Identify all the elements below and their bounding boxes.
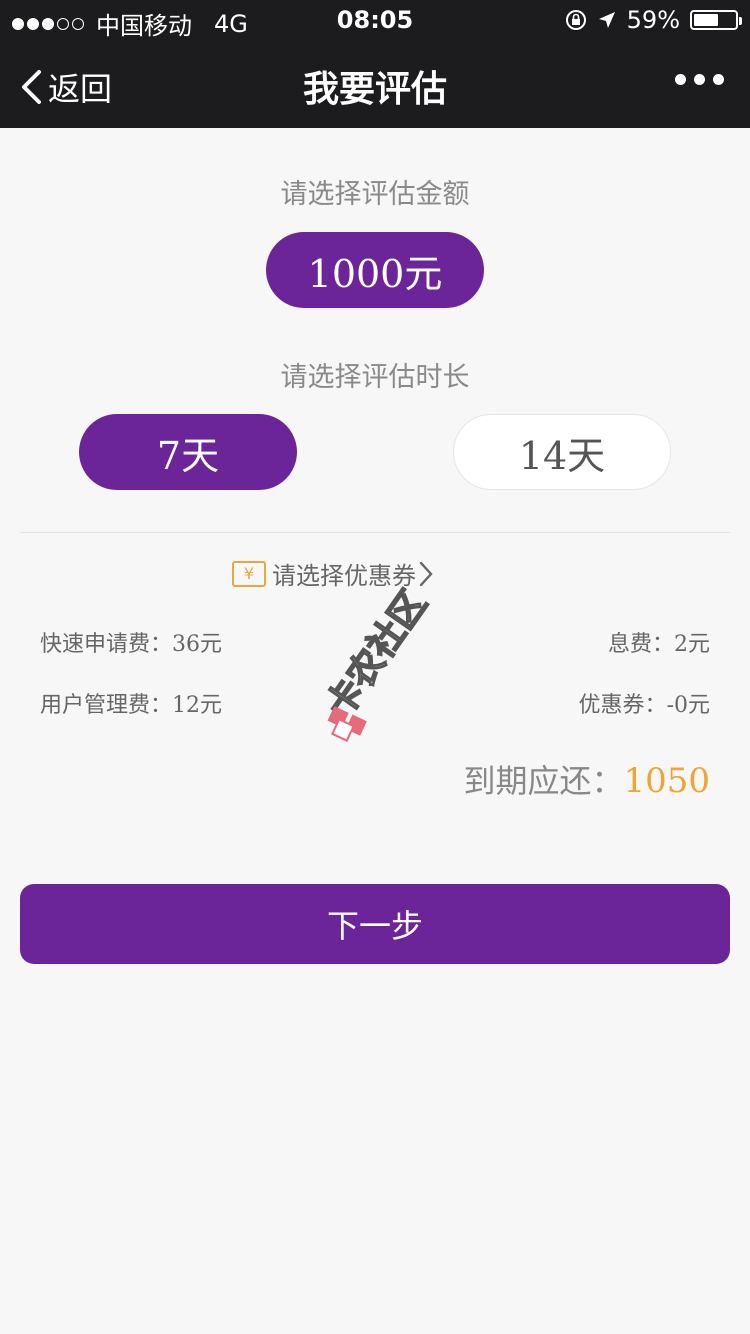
battery-icon <box>690 10 742 30</box>
coupon-discount-label: 优惠券： <box>578 693 667 718</box>
duration-option-14[interactable]: 14天 <box>453 414 671 490</box>
nav-bar: 返回 我要评估 <box>0 40 750 128</box>
quick-apply-fee-value: 36元 <box>172 632 223 657</box>
coupon-selector[interactable]: ¥ 请选择优惠券 <box>232 556 434 591</box>
amount-option-1000[interactable]: 1000元 <box>266 232 484 308</box>
management-fee-label: 用户管理费： <box>40 693 173 718</box>
location-arrow-icon <box>598 12 615 28</box>
coupon-discount: 优惠券：-0元 <box>579 687 710 719</box>
due-value: 1050 <box>623 761 710 801</box>
interest-fee: 息费：2元 <box>608 626 710 658</box>
interest-fee-label: 息费： <box>607 632 674 657</box>
duration-option-7[interactable]: 7天 <box>79 414 297 490</box>
page-title: 我要评估 <box>302 69 447 110</box>
duration-label: 请选择评估时长 <box>280 362 470 393</box>
more-dots-icon <box>675 74 686 85</box>
quick-apply-fee-label: 快速申请费： <box>40 632 173 657</box>
coupon-discount-value: -0元 <box>666 693 710 718</box>
amount-label: 请选择评估金额 <box>280 179 470 210</box>
management-fee-value: 12元 <box>172 693 223 718</box>
yen-ticket-icon: ¥ <box>232 560 266 587</box>
status-right: 59% <box>565 6 742 34</box>
due-label: 到期应还： <box>463 762 624 800</box>
more-menu-button[interactable] <box>675 74 724 85</box>
due-amount: 到期应还： 1050 <box>463 756 710 802</box>
interest-fee-value: 2元 <box>674 632 710 657</box>
quick-apply-fee: 快速申请费：36元 <box>40 626 222 658</box>
divider <box>20 532 730 533</box>
coupon-prompt: 请选择优惠券 <box>272 562 416 590</box>
svg-text:卡农社区: 卡农社区 <box>319 584 435 725</box>
watermark-logo: 卡农社区 <box>318 583 436 742</box>
battery-percent: 59% <box>626 6 680 34</box>
management-fee: 用户管理费：12元 <box>40 687 222 719</box>
status-bar: 中国移动 4G 08:05 59% <box>0 0 750 40</box>
orientation-lock-icon <box>565 10 586 30</box>
next-step-button[interactable]: 下一步 <box>20 884 730 964</box>
chevron-right-icon <box>419 561 433 586</box>
